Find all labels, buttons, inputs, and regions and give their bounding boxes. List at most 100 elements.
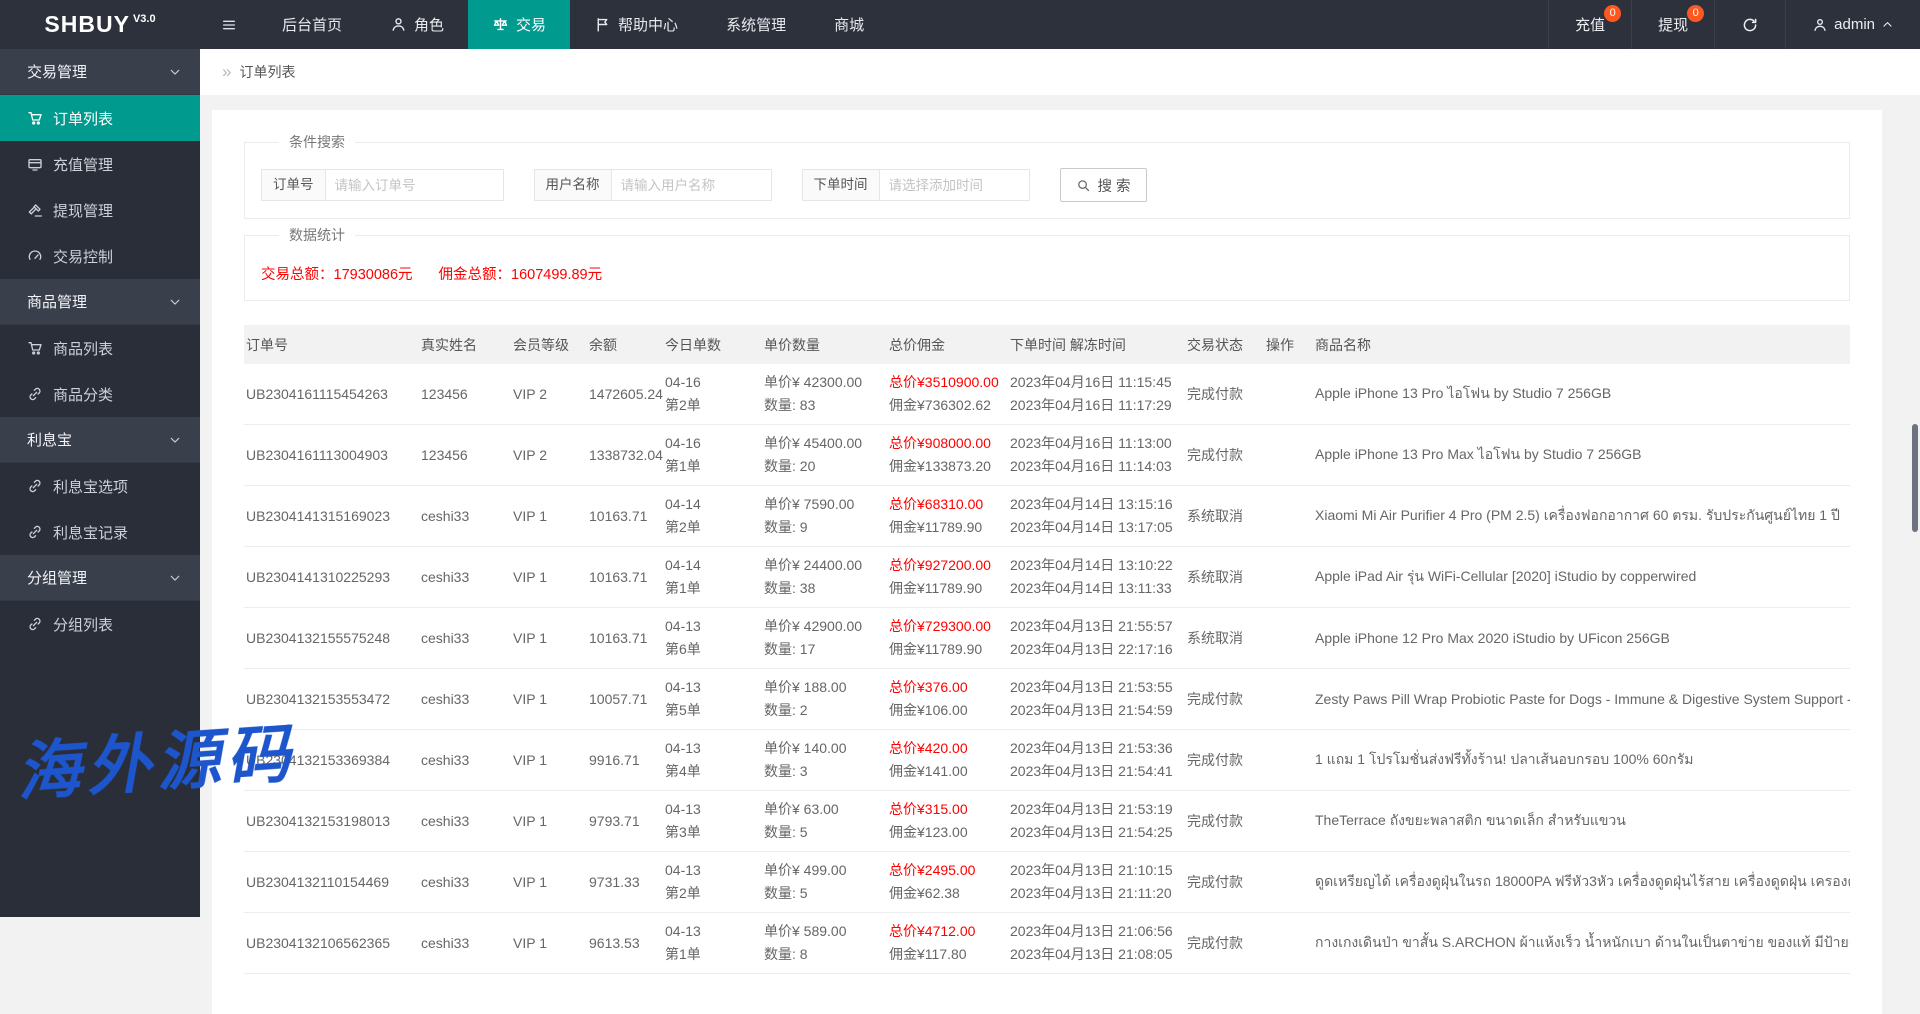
app-logo-text: SHBUY (44, 11, 130, 38)
sidebar-item[interactable]: 商品列表 (0, 325, 200, 371)
cell-times: 2023年04月13日 21:53:552023年04月13日 21:54:59 (1008, 669, 1185, 730)
refresh-icon (1741, 16, 1759, 34)
top-menu-item[interactable]: 后台首页 (258, 0, 366, 49)
cell-price-qty: 单价¥ 63.00数量: 5 (762, 791, 887, 852)
cell-operation (1264, 364, 1313, 425)
top-menu-item-label: 帮助中心 (618, 14, 678, 35)
search-field-input[interactable] (612, 169, 772, 201)
sidebar-item-label: 订单列表 (53, 108, 113, 129)
cell-balance: 10057.71 (587, 669, 663, 730)
table-row: UB2304132110154469ceshi33VIP 19731.3304-… (244, 852, 1850, 913)
menu-toggle-button[interactable] (200, 0, 258, 49)
cell-real-name: ceshi33 (419, 852, 511, 913)
table-row: UB2304141315169023ceshi33VIP 110163.7104… (244, 486, 1850, 547)
cell-product: Zesty Paws Pill Wrap Probiotic Paste for… (1313, 669, 1850, 730)
cell-total-commission: 总价¥729300.00佣金¥11789.90 (887, 608, 1008, 669)
cell-order-no: UB2304132106562365 (244, 913, 419, 974)
i-person-icon (390, 16, 407, 33)
search-field-label: 用户名称 (534, 169, 612, 201)
top-menu-item[interactable]: 交易 (468, 0, 570, 49)
app-version: V3.0 (133, 13, 156, 25)
cell-balance: 9731.33 (587, 852, 663, 913)
sidebar-item[interactable]: 充值管理 (0, 141, 200, 187)
column-header: 真实姓名 (419, 325, 511, 364)
sidebar-item[interactable]: 订单列表 (0, 95, 200, 141)
cell-operation (1264, 608, 1313, 669)
stats-legend: 数据统计 (279, 225, 355, 245)
cell-total-commission: 总价¥3510900.00佣金¥736302.62 (887, 364, 1008, 425)
sidebar-group[interactable]: 利息宝 (0, 417, 200, 463)
sidebar-item-label: 充值管理 (53, 154, 113, 175)
search-field-input[interactable] (880, 169, 1030, 201)
top-navbar: SHBUY V3.0 后台首页角色交易 帮助中心 系统管理 商城 充值 0 提现 0 … (0, 0, 1920, 49)
sidebar-item-label: 交易控制 (53, 246, 113, 267)
cell-price-qty: 单价¥ 7590.00数量: 9 (762, 486, 887, 547)
cell-balance: 1472605.24 (587, 364, 663, 425)
cell-status: 完成付款 (1185, 730, 1264, 791)
sidebar-item[interactable]: 利息宝选项 (0, 463, 200, 509)
top-menu-item[interactable]: 商城 (810, 0, 888, 49)
sidebar-group[interactable]: 交易管理 (0, 49, 200, 95)
column-header: 交易状态 (1185, 325, 1264, 364)
cell-total-commission: 总价¥2495.00佣金¥62.38 (887, 852, 1008, 913)
cell-total-commission: 总价¥315.00佣金¥123.00 (887, 791, 1008, 852)
withdraw-button[interactable]: 提现 0 (1631, 0, 1714, 49)
sidebar-group[interactable]: 分组管理 (0, 555, 200, 601)
search-field-label: 下单时间 (802, 169, 880, 201)
i-gauge-icon (27, 248, 43, 264)
user-icon (1812, 17, 1828, 33)
sidebar-item[interactable]: 商品分类 (0, 371, 200, 417)
search-icon (1076, 178, 1091, 193)
table-row: UB2304132155575248ceshi33VIP 110163.7104… (244, 608, 1850, 669)
cell-total-commission: 总价¥4712.00佣金¥117.80 (887, 913, 1008, 974)
sidebar-item[interactable]: 分组列表 (0, 601, 200, 647)
recharge-button[interactable]: 充值 0 (1548, 0, 1631, 49)
search-button[interactable]: 搜 索 (1060, 168, 1147, 202)
column-header: 操作 (1264, 325, 1313, 364)
cell-total-commission: 总价¥420.00佣金¥141.00 (887, 730, 1008, 791)
cell-operation (1264, 425, 1313, 486)
table-body: UB2304161115454263123456VIP 21472605.240… (244, 364, 1850, 974)
sidebar-group-label: 商品管理 (27, 291, 87, 312)
cell-real-name: ceshi33 (419, 547, 511, 608)
top-menu-item[interactable]: 角色 (366, 0, 468, 49)
search-field: 用户名称 (534, 169, 772, 201)
search-field-input[interactable] (326, 169, 504, 201)
i-link-icon (27, 524, 43, 540)
cell-total-commission: 总价¥68310.00佣金¥11789.90 (887, 486, 1008, 547)
cell-operation (1264, 913, 1313, 974)
sidebar-item[interactable]: 利息宝记录 (0, 509, 200, 555)
cell-status: 系统取消 (1185, 486, 1264, 547)
top-menu-item[interactable]: 帮助中心 (570, 0, 702, 49)
cell-total-commission: 总价¥927200.00佣金¥11789.90 (887, 547, 1008, 608)
cell-today-count: 04-13第1单 (663, 913, 762, 974)
recharge-badge: 0 (1604, 5, 1621, 22)
sidebar-group[interactable]: 商品管理 (0, 279, 200, 325)
top-menu-item-label: 商城 (834, 14, 864, 35)
table-row: UB2304161113004903123456VIP 21338732.040… (244, 425, 1850, 486)
sidebar-item[interactable]: 交易控制 (0, 233, 200, 279)
cell-real-name: ceshi33 (419, 669, 511, 730)
search-field-label: 订单号 (261, 169, 326, 201)
cell-today-count: 04-14第2单 (663, 486, 762, 547)
cell-product: Apple iPhone 12 Pro Max 2020 iStudio by … (1313, 608, 1850, 669)
scrollbar[interactable] (1912, 424, 1918, 532)
search-field: 下单时间 (802, 169, 1030, 201)
cell-balance: 9793.71 (587, 791, 663, 852)
i-link-icon (27, 616, 43, 632)
commission-total-value: 1607499.89元 (511, 267, 602, 283)
cell-today-count: 04-16第1单 (663, 425, 762, 486)
refresh-button[interactable] (1714, 0, 1785, 49)
sidebar-item[interactable]: 提现管理 (0, 187, 200, 233)
cell-vip-level: VIP 1 (511, 791, 587, 852)
content-area: 条件搜索 订单号用户名称下单时间 搜 索 数据统计 交易总额：17930086元… (200, 95, 1920, 1014)
orders-card: 条件搜索 订单号用户名称下单时间 搜 索 数据统计 交易总额：17930086元… (212, 110, 1882, 1014)
user-menu[interactable]: admin (1785, 0, 1920, 49)
cell-product: TheTerrace ถังขยะพลาสติก ขนาดเล็ก สำหรับ… (1313, 791, 1850, 852)
topbar-right: 充值 0 提现 0 admin (1548, 0, 1920, 49)
cell-times: 2023年04月16日 11:15:452023年04月16日 11:17:29 (1008, 364, 1185, 425)
cell-product: Apple iPhone 13 Pro Max ไอโฟน by Studio … (1313, 425, 1850, 486)
cell-vip-level: VIP 1 (511, 669, 587, 730)
cell-vip-level: VIP 1 (511, 486, 587, 547)
top-menu-item[interactable]: 系统管理 (702, 0, 810, 49)
